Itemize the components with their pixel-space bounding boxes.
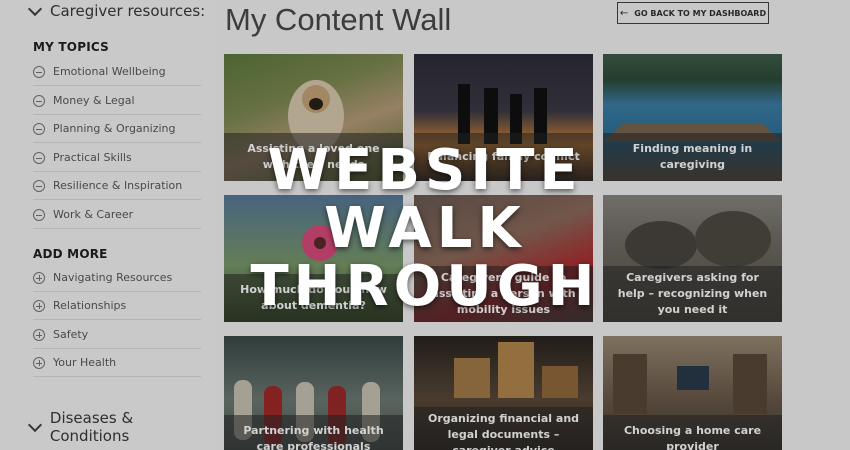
- topic-label: Emotional Wellbeing: [53, 65, 166, 78]
- minus-circle-icon[interactable]: [33, 65, 45, 78]
- minus-circle-icon[interactable]: [33, 122, 45, 135]
- card-caption: Partnering with health care professional…: [224, 415, 403, 450]
- chevron-down-icon: [27, 1, 43, 16]
- chevron-down-icon: [27, 417, 42, 432]
- topic-item[interactable]: Emotional Wellbeing: [33, 58, 201, 86]
- topic-item[interactable]: Money & Legal: [33, 87, 201, 115]
- caregiver-resources-toggle[interactable]: Caregiver resources:: [27, 1, 206, 20]
- overlay-title-line-2: WALK: [324, 196, 526, 261]
- arrow-left-icon: ←: [619, 7, 629, 19]
- back-button-label: GO BACK TO MY DASHBOARD: [634, 8, 767, 18]
- add-topic-item[interactable]: Your Health: [33, 349, 201, 377]
- diseases-conditions-toggle[interactable]: Diseases & Conditions: [27, 409, 215, 445]
- minus-circle-icon[interactable]: [33, 94, 45, 107]
- content-card[interactable]: Partnering with health care professional…: [224, 336, 403, 450]
- plus-circle-icon[interactable]: [33, 356, 45, 369]
- page-title: My Content Wall: [225, 2, 452, 37]
- topic-label: Safety: [53, 328, 89, 341]
- topic-label: Planning & Organizing: [53, 122, 176, 135]
- content-card[interactable]: Choosing a home care provider: [603, 336, 782, 450]
- plus-circle-icon[interactable]: [33, 328, 45, 341]
- diseases-conditions-heading: Diseases & Conditions: [49, 409, 134, 445]
- content-card[interactable]: Organizing financial and legal documents…: [414, 336, 593, 450]
- add-topic-item[interactable]: Safety: [33, 321, 201, 349]
- topic-label: Money & Legal: [53, 94, 135, 107]
- caregiver-resources-heading: Caregiver resources:: [50, 2, 206, 20]
- overlay-title-line-1: WEBSITE: [267, 138, 583, 203]
- back-to-dashboard-button[interactable]: ← GO BACK TO MY DASHBOARD: [617, 2, 769, 24]
- topic-label: Your Health: [53, 356, 117, 369]
- my-topics-title: MY TOPICS: [33, 40, 109, 54]
- card-caption: Choosing a home care provider: [603, 415, 782, 450]
- overlay-title-line-3: THROUGH: [250, 254, 600, 319]
- card-caption: Organizing financial and legal documents…: [414, 407, 593, 450]
